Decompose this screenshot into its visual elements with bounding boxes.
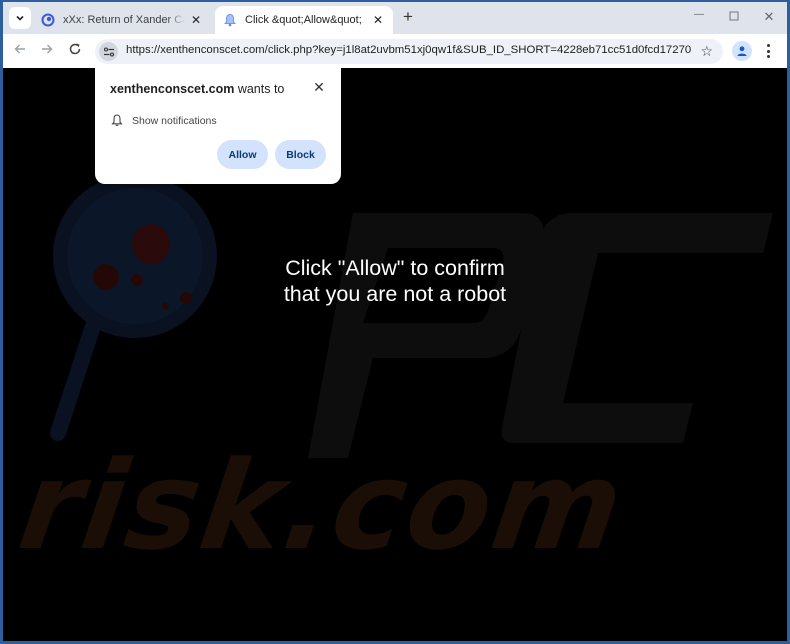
allow-button[interactable]: Allow [217, 140, 268, 169]
address-bar[interactable]: https://xenthenconscet.com/click.php?key… [95, 39, 723, 64]
tab-xander-cage[interactable]: xXx: Return of Xander Cage : 12 ✕ [33, 6, 211, 34]
menu-dot [766, 55, 770, 58]
tab-search-button[interactable] [9, 7, 31, 29]
permission-label: Show notifications [132, 114, 217, 127]
tune-icon [103, 46, 114, 57]
browser-menu-button[interactable] [763, 42, 773, 60]
bookmark-star-icon[interactable]: ☆ [700, 43, 713, 60]
popup-title: xenthenconscet.com wants to [110, 82, 284, 96]
maximize-button[interactable] [724, 9, 744, 24]
person-icon [737, 46, 747, 56]
browser-toolbar: https://xenthenconscet.com/click.php?key… [3, 34, 787, 68]
arrow-left-icon [14, 44, 25, 54]
reload-icon [69, 43, 81, 55]
tab-strip: xXx: Return of Xander Cage : 12 ✕ Click … [3, 2, 787, 34]
popup-title-suffix: wants to [234, 82, 285, 96]
bell-icon [111, 114, 123, 126]
minimize-button[interactable]: — [689, 9, 709, 20]
watermark-pc [308, 213, 773, 458]
permission-row: Show notifications [111, 114, 217, 127]
maximize-icon [729, 11, 739, 21]
tab-title: xXx: Return of Xander Cage : 12 [63, 14, 185, 26]
notification-permission-popup: xenthenconscet.com wants to ✕ Show notif… [95, 68, 341, 184]
profile-button[interactable] [732, 41, 752, 61]
chevron-down-icon [16, 15, 24, 21]
tab-close-icon[interactable]: ✕ [371, 13, 385, 27]
menu-dot [766, 44, 770, 47]
back-button[interactable] [11, 42, 29, 60]
new-tab-button[interactable]: + [399, 8, 417, 26]
robot-verification-message: Click "Allow" to confirm that you are no… [283, 256, 507, 306]
watermark-risk: risk.com [11, 435, 632, 577]
popup-site: xenthenconscet.com [110, 82, 235, 96]
arrow-right-icon [42, 44, 53, 54]
browser-window: xXx: Return of Xander Cage : 12 ✕ Click … [3, 2, 787, 641]
page-content: risk.com Click "Allow" to confirm that y… [3, 68, 787, 641]
reload-button[interactable] [66, 42, 84, 60]
tab-click-allow[interactable]: Click &quot;Allow&quot; ✕ [215, 6, 393, 34]
bell-favicon-icon [224, 14, 236, 27]
popup-close-button[interactable]: ✕ [311, 79, 327, 96]
menu-dot [766, 49, 770, 53]
tab-close-icon[interactable]: ✕ [189, 13, 203, 27]
forward-button[interactable] [38, 42, 56, 60]
block-button[interactable]: Block [275, 140, 326, 169]
magnifier-logo-icon [50, 174, 217, 441]
window-close-button[interactable]: ✕ [759, 9, 779, 25]
site-favicon-icon [41, 13, 55, 27]
tab-title: Click &quot;Allow&quot; [245, 14, 362, 26]
site-info-button[interactable] [99, 42, 118, 61]
url-text[interactable]: https://xenthenconscet.com/click.php?key… [126, 44, 691, 56]
